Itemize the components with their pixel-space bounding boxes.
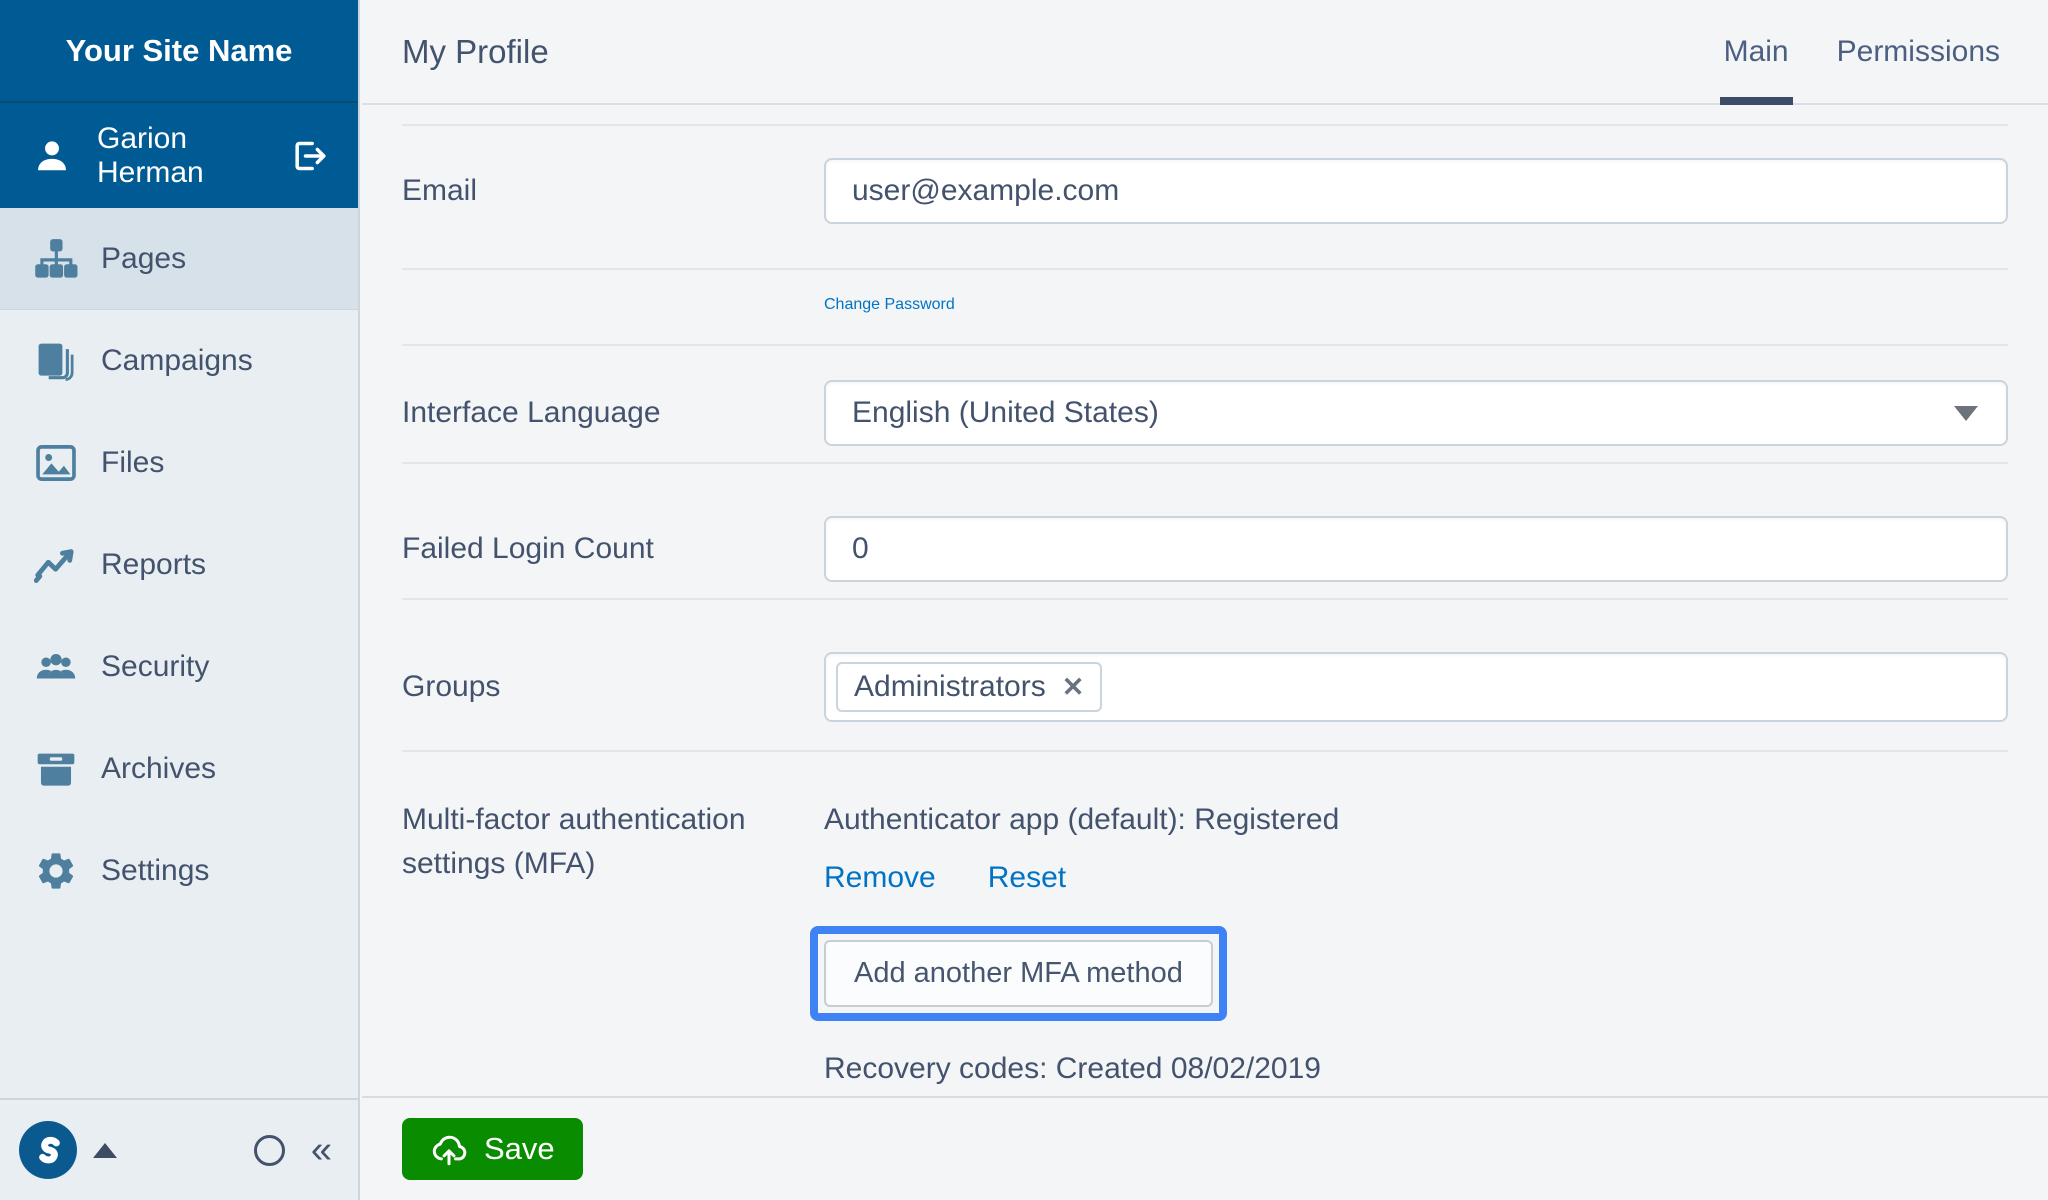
mfa-row: Multi-factor authentication settings (MF… <box>402 752 2008 1096</box>
sidebar-menu: Pages Campaigns Files Reports Security A… <box>0 208 358 1098</box>
sidebar-item-label: Campaigns <box>101 344 253 377</box>
field-label-groups: Groups <box>402 670 501 703</box>
groups-row: Groups Administrators ✕ <box>402 600 2008 752</box>
groups-field[interactable]: Administrators ✕ <box>824 652 2008 722</box>
failed-login-row: Failed Login Count <box>402 464 2008 600</box>
field-label-failed-login: Failed Login Count <box>402 532 654 565</box>
sitemap-icon <box>33 236 79 282</box>
sidebar-item-security[interactable]: Security <box>0 616 358 718</box>
mfa-button-highlight-ring: Add another MFA method <box>810 926 1227 1021</box>
language-selected-value: English (United States) <box>852 396 1159 429</box>
sidebar-item-campaigns[interactable]: Campaigns <box>0 310 358 412</box>
remove-tag-close-icon[interactable]: ✕ <box>1062 672 1085 703</box>
sidebar-footer: « <box>0 1098 358 1200</box>
cloud-upload-icon <box>432 1135 467 1166</box>
mfa-status-text: Authenticator app (default): Registered <box>824 803 1340 836</box>
logo-s-icon <box>39 1136 60 1164</box>
sidebar-item-settings[interactable]: Settings <box>0 820 358 922</box>
expand-menu-caret-icon[interactable] <box>93 1142 117 1158</box>
dropdown-arrow-icon <box>1954 406 1978 421</box>
sidebar-item-reports[interactable]: Reports <box>0 514 358 616</box>
password-row: Change Password <box>402 270 2008 346</box>
sidebar-item-label: Archives <box>101 752 217 785</box>
tab-bar: Main Permissions <box>1700 0 2048 105</box>
action-toolbar: Save <box>362 1096 2048 1200</box>
collapse-sidebar-button[interactable]: « <box>311 1131 332 1169</box>
site-name: Your Site Name <box>0 0 358 103</box>
change-password-link[interactable]: Change Password <box>824 296 955 313</box>
logout-button[interactable] <box>288 136 328 176</box>
group-tag-label: Administrators <box>854 670 1046 703</box>
sidebar-item-archives[interactable]: Archives <box>0 718 358 820</box>
mfa-reset-link[interactable]: Reset <box>988 856 1066 900</box>
user-panel[interactable]: Garion Herman <box>0 103 358 208</box>
save-button[interactable]: Save <box>402 1118 583 1180</box>
user-name: Garion Herman <box>97 121 204 189</box>
sidebar: Your Site Name Garion Herman Pages Campa… <box>0 0 360 1200</box>
group-tag: Administrators ✕ <box>836 662 1103 712</box>
status-circle-icon[interactable] <box>253 1134 285 1166</box>
tab-permissions[interactable]: Permissions <box>1813 0 2024 103</box>
gear-icon <box>33 848 79 894</box>
sidebar-item-files[interactable]: Files <box>0 412 358 514</box>
language-row: Interface Language English (United State… <box>402 346 2008 464</box>
sidebar-item-label: Settings <box>101 854 210 887</box>
field-label-email: Email <box>402 174 478 207</box>
person-icon <box>33 137 71 175</box>
field-label-mfa: Multi-factor authentication settings (MF… <box>402 803 746 880</box>
silverstripe-logo[interactable] <box>19 1121 77 1179</box>
failed-login-input[interactable] <box>824 516 2008 582</box>
tab-main[interactable]: Main <box>1700 0 1813 105</box>
main-header: My Profile Main Permissions <box>362 0 2048 105</box>
sidebar-item-label: Reports <box>101 548 207 581</box>
main-panel: My Profile Main Permissions Email Change… <box>362 0 2048 1200</box>
image-icon <box>33 440 79 486</box>
sidebar-item-label: Security <box>101 650 210 683</box>
line-chart-icon <box>33 542 79 588</box>
language-select[interactable]: English (United States) <box>824 380 2008 446</box>
stacked-pages-icon <box>33 338 79 384</box>
email-row: Email <box>402 126 2008 270</box>
sidebar-item-pages[interactable]: Pages <box>0 208 358 310</box>
save-button-label: Save <box>484 1131 555 1166</box>
profile-form: Email Change Password Interface Language… <box>402 124 2008 1096</box>
mfa-remove-link[interactable]: Remove <box>824 856 936 900</box>
archive-box-icon <box>33 746 79 792</box>
logout-icon <box>295 141 326 170</box>
add-mfa-method-button[interactable]: Add another MFA method <box>824 940 1213 1007</box>
recovery-codes-text: Recovery codes: Created 08/02/2019 <box>824 1052 1321 1085</box>
email-input[interactable] <box>824 158 2008 224</box>
sidebar-item-label: Files <box>101 446 165 479</box>
page-title: My Profile <box>402 32 549 70</box>
people-icon <box>33 644 79 690</box>
field-label-language: Interface Language <box>402 396 661 429</box>
sidebar-item-label: Pages <box>101 241 187 275</box>
